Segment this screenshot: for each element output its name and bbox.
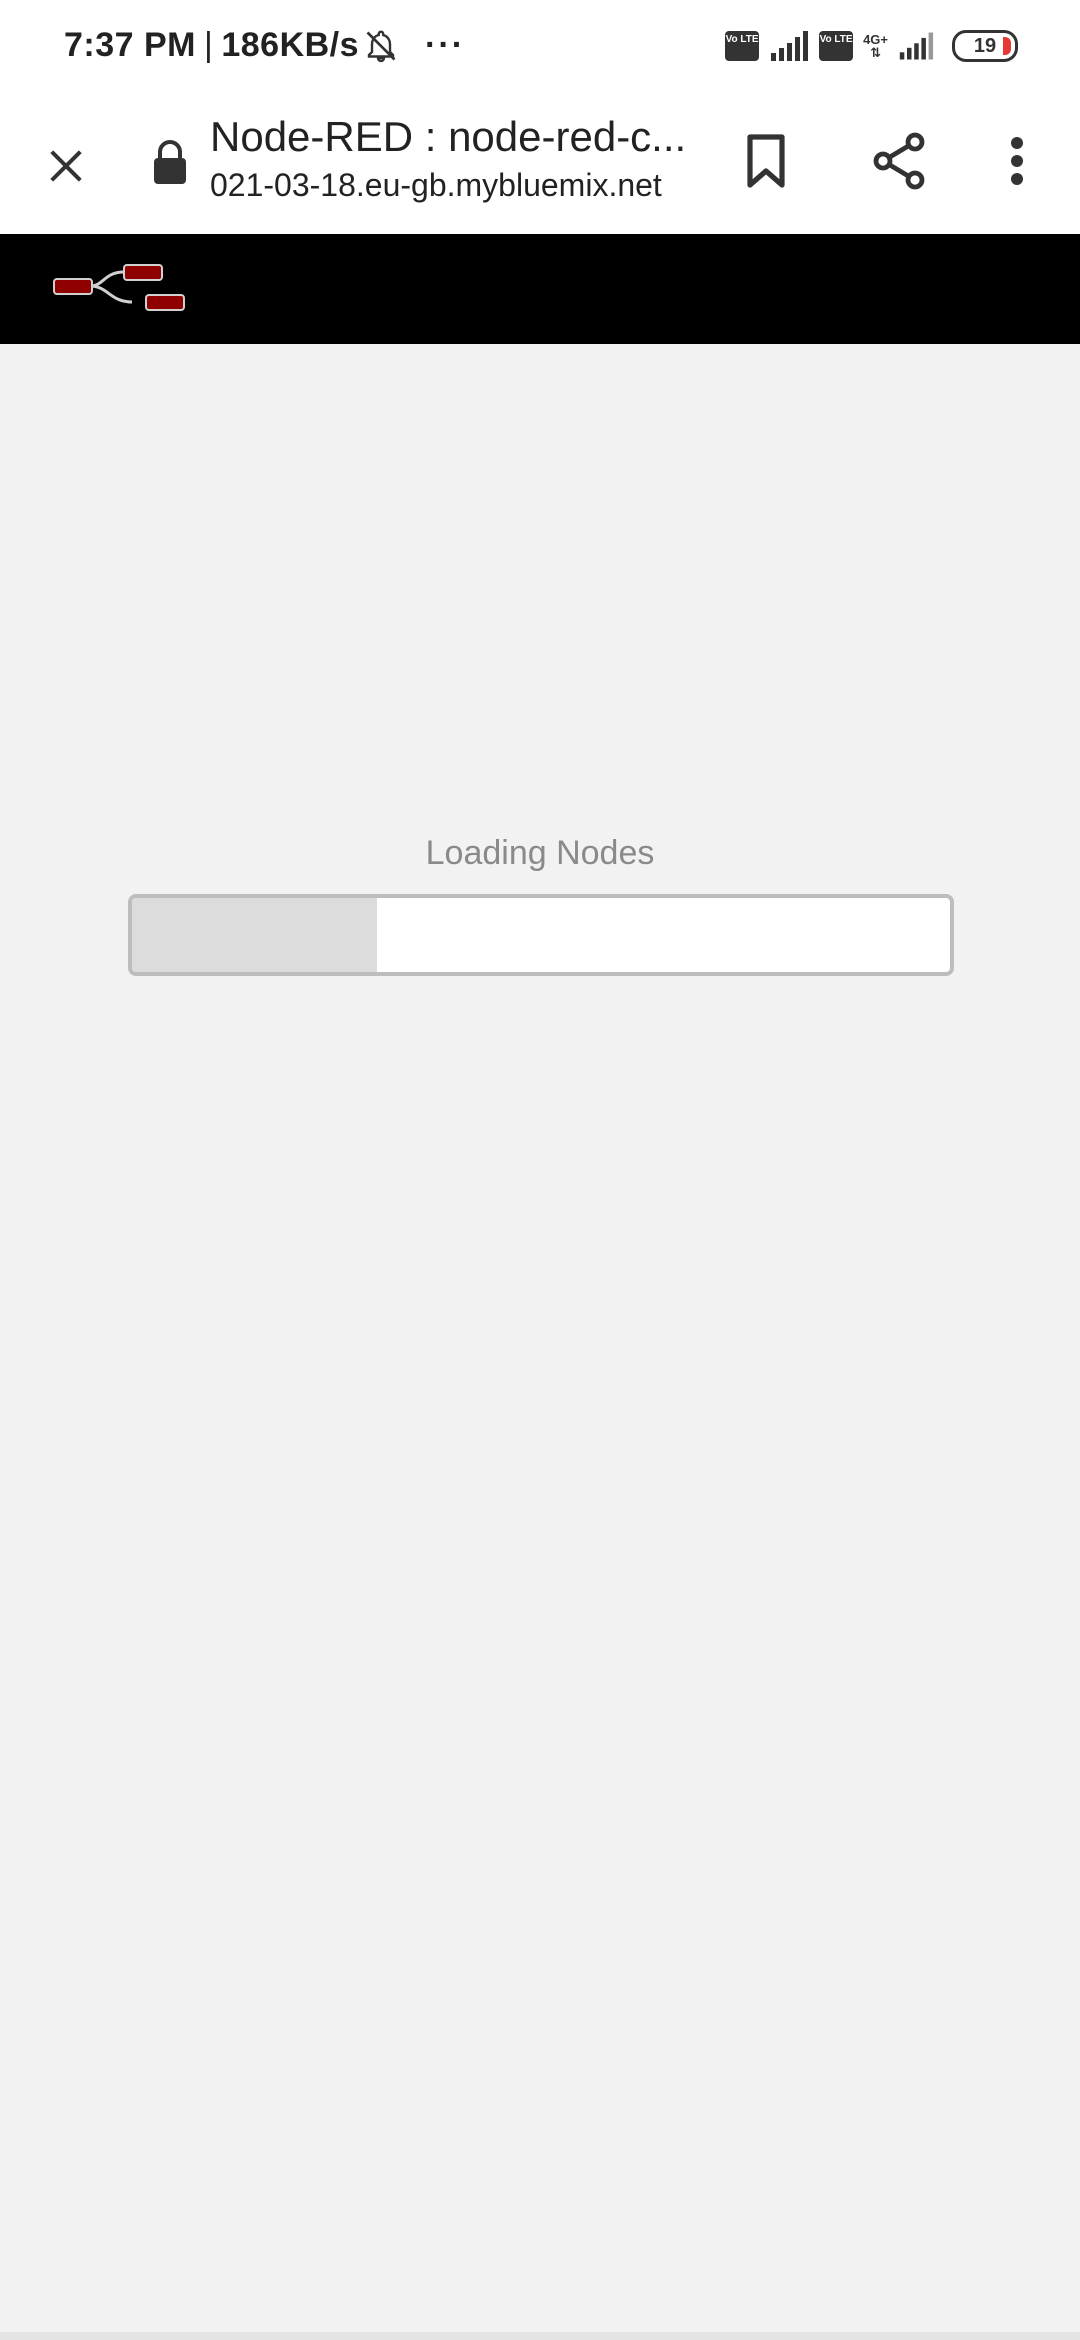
data-arrows-icon: ⇅	[870, 45, 881, 60]
node-red-header	[0, 234, 1080, 344]
volte-badge-1: Vo LTE	[725, 31, 760, 61]
status-separator: |	[204, 26, 214, 64]
loading-progress-fill	[132, 898, 378, 972]
status-speed: 186KB/s	[221, 26, 360, 64]
mute-icon	[363, 28, 399, 64]
loading-label: Loading Nodes	[425, 834, 655, 872]
battery-icon: 19	[952, 30, 1018, 62]
browser-toolbar: Node-RED : node-red-c... 021-03-18.eu-gb…	[0, 100, 1080, 234]
share-button[interactable]	[864, 126, 934, 196]
more-vert-icon	[1011, 137, 1023, 185]
close-button[interactable]	[34, 134, 98, 198]
bookmark-button[interactable]	[736, 126, 796, 196]
loading-progress-bar	[128, 894, 954, 976]
share-icon	[873, 132, 925, 190]
address-bar[interactable]: Node-RED : node-red-c... 021-03-18.eu-gb…	[210, 112, 690, 206]
page-url: 021-03-18.eu-gb.mybluemix.net	[210, 167, 662, 203]
signal-icon	[769, 31, 809, 61]
more-options-button[interactable]	[1000, 126, 1034, 196]
lock-icon[interactable]	[152, 138, 188, 186]
volte-badge-2: Vo LTE	[819, 31, 854, 61]
close-icon	[50, 150, 82, 182]
page-title: Node-RED : node-red-c...	[210, 113, 687, 160]
battery-low-indicator	[1003, 37, 1011, 55]
status-left: 7:37 PM | 186KB/s ···	[64, 26, 465, 65]
bookmark-icon	[747, 134, 785, 188]
status-right: Vo LTE Vo LTE 4G+ ⇅ 19	[725, 30, 1018, 62]
bottom-edge	[0, 2332, 1080, 2340]
signal-icon	[898, 31, 934, 61]
battery-level: 19	[973, 35, 997, 57]
node-red-logo	[53, 264, 185, 311]
network-type: 4G+ ⇅	[863, 33, 888, 59]
status-more-indicator: ···	[425, 26, 466, 64]
status-time: 7:37 PM	[64, 26, 196, 64]
status-bar: 7:37 PM | 186KB/s ··· Vo LTE Vo LTE 4G+ …	[0, 0, 1080, 100]
